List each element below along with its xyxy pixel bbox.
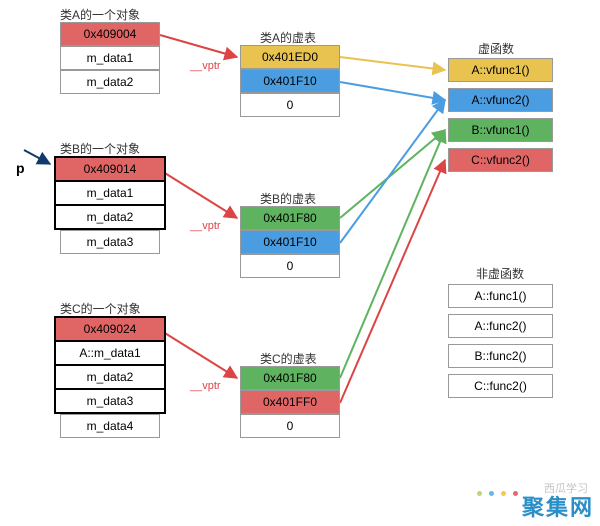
nvfunc-row: A::func1() xyxy=(448,284,553,308)
obj-a-title: 类A的一个对象 xyxy=(60,6,140,23)
obj-b-title: 类B的一个对象 xyxy=(60,140,140,157)
vptr-label: __vptr xyxy=(190,380,221,392)
dot-icon xyxy=(513,491,518,496)
obj-c-title: 类C的一个对象 xyxy=(60,300,141,317)
vt-c-row: 0x401F80 xyxy=(240,366,340,390)
vt-a-title: 类A的虚表 xyxy=(260,29,316,46)
obj-b-vptr: 0x409014 xyxy=(54,156,166,182)
vt-c-title: 类C的虚表 xyxy=(260,350,317,367)
p-label: p xyxy=(16,160,25,176)
vt-b-title: 类B的虚表 xyxy=(260,190,316,207)
obj-c-row: m_data4 xyxy=(60,414,160,438)
vfunc-row: C::vfunc2() xyxy=(448,148,553,172)
nvfunc-row: C::func2() xyxy=(448,374,553,398)
nvfunc-row: A::func2() xyxy=(448,314,553,338)
vfunc-title: 虚函数 xyxy=(478,40,514,57)
vt-a-row: 0x401ED0 xyxy=(240,45,340,69)
vt-a-row: 0 xyxy=(240,93,340,117)
obj-c-vptr: 0x409024 xyxy=(54,316,166,342)
vptr-label: __vptr xyxy=(190,220,221,232)
vfunc-row: B::vfunc1() xyxy=(448,118,553,142)
obj-b-row: m_data3 xyxy=(60,230,160,254)
obj-b-row: m_data1 xyxy=(54,180,166,206)
watermark-brand: 聚集网 xyxy=(522,490,594,522)
obj-c-row: A::m_data1 xyxy=(54,340,166,366)
dot-icon xyxy=(489,491,494,496)
vt-c-row: 0 xyxy=(240,414,340,438)
vfunc-row: A::vfunc2() xyxy=(448,88,553,112)
dot-icon xyxy=(501,491,506,496)
vt-b-row: 0x401F80 xyxy=(240,206,340,230)
diagram-stage: 类A的一个对象 0x409004 m_data1 m_data2 类B的一个对象… xyxy=(0,0,600,526)
nvfunc-title: 非虚函数 xyxy=(476,265,524,282)
vt-c-row: 0x401FF0 xyxy=(240,390,340,414)
vptr-label: __vptr xyxy=(190,60,221,72)
obj-c-row: m_data3 xyxy=(54,388,166,414)
vt-b-row: 0 xyxy=(240,254,340,278)
obj-c-row: m_data2 xyxy=(54,364,166,390)
obj-a-vptr: 0x409004 xyxy=(60,22,160,46)
dot-icon xyxy=(477,491,482,496)
obj-a-row: m_data1 xyxy=(60,46,160,70)
obj-a-row: m_data2 xyxy=(60,70,160,94)
nvfunc-row: B::func2() xyxy=(448,344,553,368)
vfunc-row: A::vfunc1() xyxy=(448,58,553,82)
vt-a-row: 0x401F10 xyxy=(240,69,340,93)
obj-b-row: m_data2 xyxy=(54,204,166,230)
vt-b-row: 0x401F10 xyxy=(240,230,340,254)
